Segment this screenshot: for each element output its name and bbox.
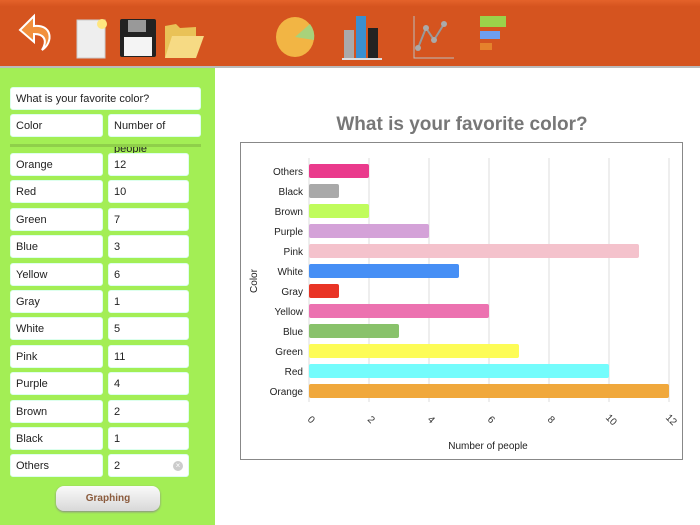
x-tick-label: 2 <box>365 414 377 426</box>
y-tick-label: Pink <box>284 247 304 258</box>
x-tick-label: 8 <box>545 414 557 426</box>
y-tick-label: Yellow <box>274 307 303 318</box>
bar-orange <box>309 384 669 398</box>
y-tick-label: Blue <box>283 327 303 338</box>
y-tick-label: White <box>277 267 303 278</box>
x-tick-label: 10 <box>603 412 619 428</box>
bar-red <box>309 364 609 378</box>
y-tick-label: Brown <box>275 207 303 218</box>
y-tick-label: Orange <box>270 387 304 398</box>
bar-blue <box>309 324 399 338</box>
bar-others <box>309 164 369 178</box>
bar-green <box>309 344 519 358</box>
y-tick-label: Green <box>275 347 303 358</box>
bar-gray <box>309 284 339 298</box>
y-tick-label: Red <box>285 367 303 378</box>
bar-yellow <box>309 304 489 318</box>
y-tick-label: Gray <box>281 287 303 298</box>
y-tick-label: Purple <box>274 227 303 238</box>
x-tick-label: 0 <box>305 414 317 426</box>
bar-chart: 0 2 4 6 8 10 12 Orange Red Green Blue Yellow Gray Whi… <box>249 158 679 452</box>
y-tick-label: Black <box>279 187 304 198</box>
x-tick-label: 12 <box>663 412 679 428</box>
bar-white <box>309 264 459 278</box>
bar-brown <box>309 204 369 218</box>
bar-black <box>309 184 339 198</box>
y-tick-label: Others <box>273 167 303 178</box>
x-tick-label: 4 <box>425 414 437 426</box>
bar-purple <box>309 224 429 238</box>
x-tick-label: 6 <box>485 414 497 426</box>
bar-pink <box>309 244 639 258</box>
y-axis-label: Color <box>249 268 260 293</box>
x-axis-label: Number of people <box>448 441 528 452</box>
